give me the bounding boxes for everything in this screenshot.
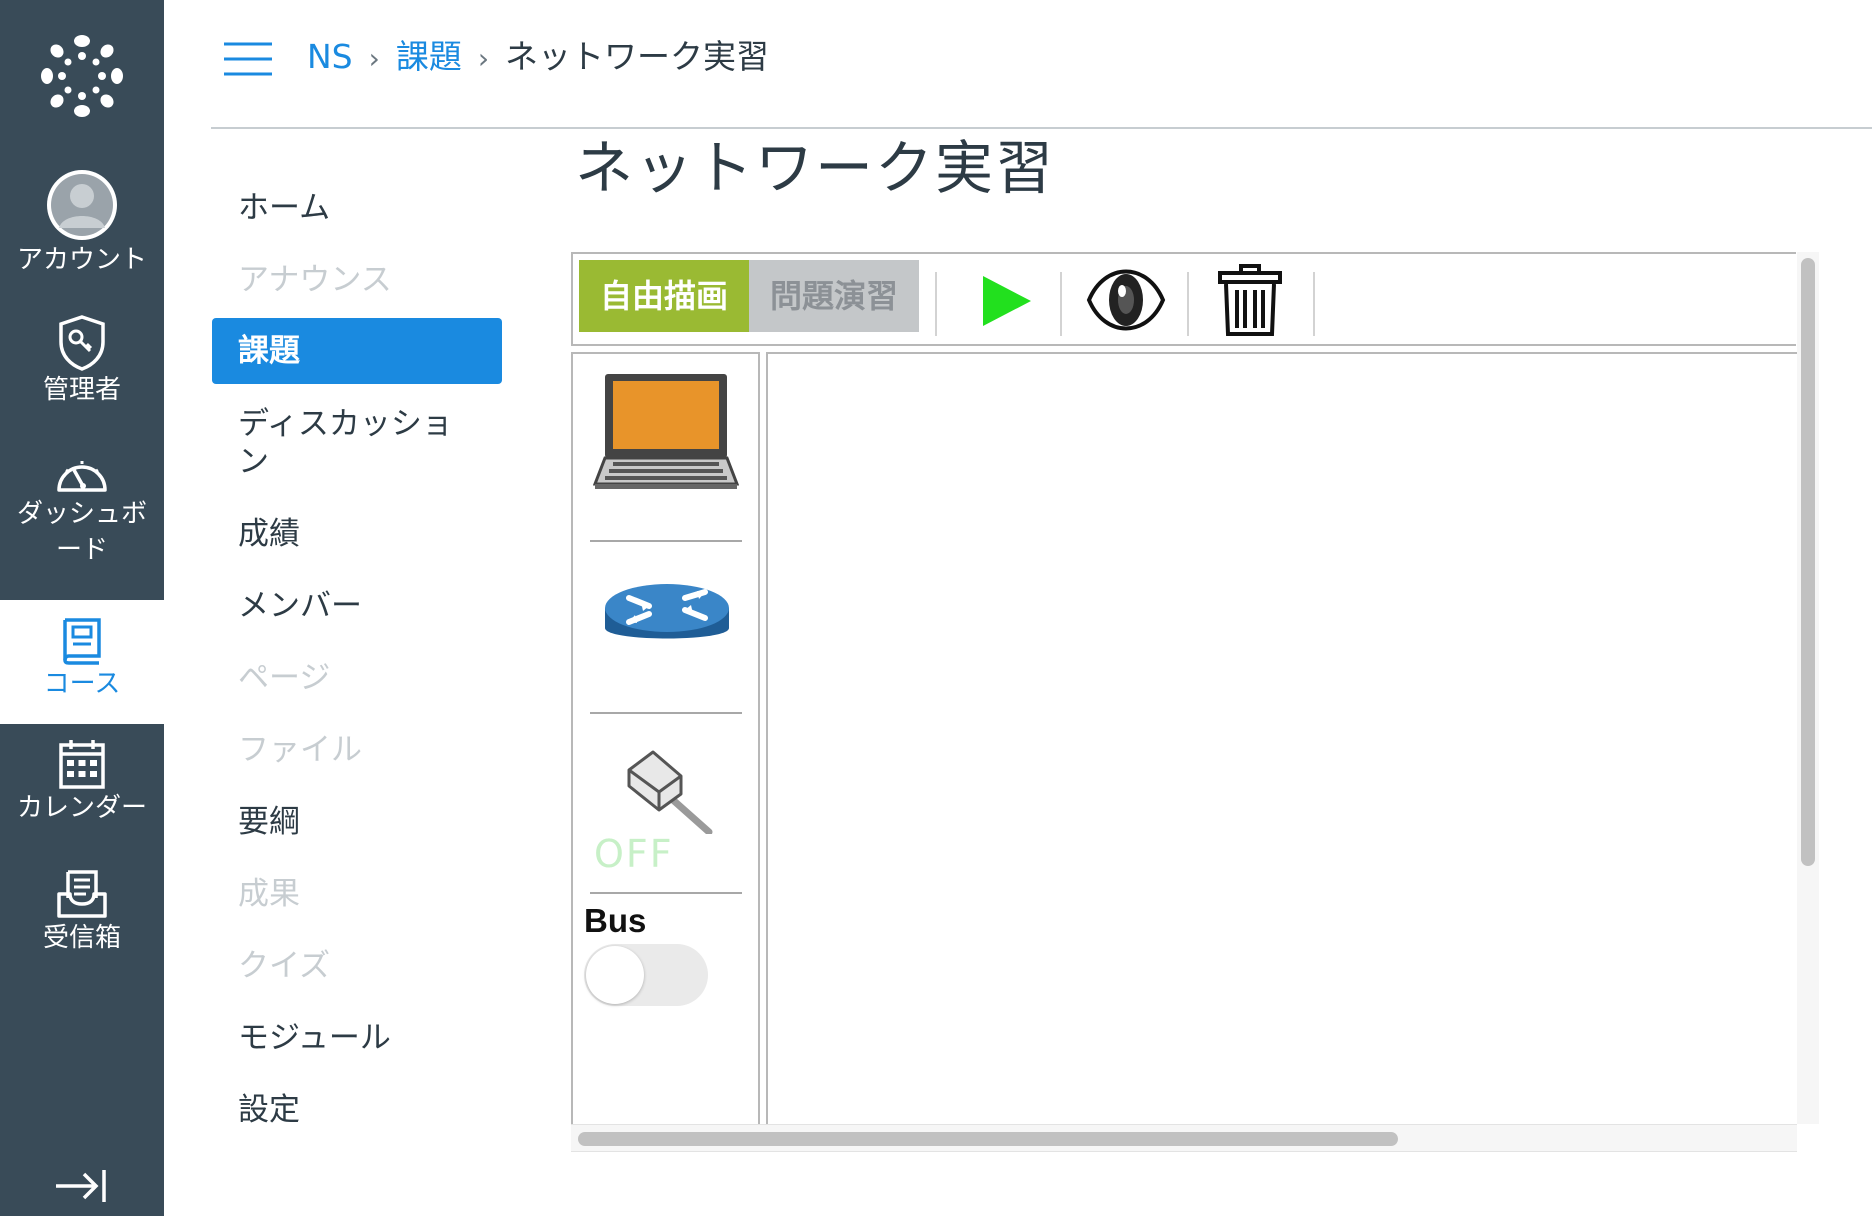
gnav-admin[interactable]: 管理者 (0, 314, 164, 408)
vertical-scrollbar-thumb[interactable] (1801, 258, 1815, 866)
speedometer-icon (57, 461, 107, 492)
trash-icon[interactable] (1217, 262, 1283, 338)
hamburger-menu-icon[interactable] (222, 40, 274, 78)
course-nav-files[interactable]: ファイル (212, 720, 502, 792)
gnav-dashboard-label: ダッシュボード (16, 499, 147, 565)
gnav-courses[interactable]: コース (0, 600, 164, 724)
device-palette: OFF Bus (571, 352, 760, 1152)
toolbar-divider (935, 272, 937, 336)
palette-divider (590, 540, 742, 542)
shield-key-icon (59, 315, 105, 371)
gnav-inbox-label: 受信箱 (42, 923, 121, 953)
gnav-calendar[interactable]: カレンダー (0, 738, 164, 826)
gnav-calendar-label: カレンダー (16, 793, 147, 823)
problem-mode-button[interactable]: 問題演習 (749, 260, 919, 332)
eye-icon[interactable] (1085, 258, 1167, 342)
gnav-dashboard[interactable]: ダッシュボード (0, 452, 164, 568)
canvas-logo-icon[interactable] (34, 28, 130, 124)
breadcrumb: NS › 課題 › ネットワーク実習 (307, 34, 769, 82)
breadcrumb-course[interactable]: NS (307, 37, 353, 76)
router-icon[interactable] (601, 578, 733, 654)
course-nav-people[interactable]: メンバー (212, 576, 502, 648)
course-nav-announcements[interactable]: アナウンス (212, 250, 502, 322)
book-icon (63, 618, 101, 665)
breadcrumb-current: ネットワーク実習 (505, 37, 770, 76)
gnav-admin-label: 管理者 (42, 375, 121, 405)
laptop-icon[interactable] (593, 372, 739, 492)
free-draw-mode-button[interactable]: 自由描画 (579, 260, 749, 332)
global-nav: アカウント 管理者 ダッシュボード コース カレンダー 受信箱 (0, 0, 164, 1216)
bus-toggle[interactable] (584, 944, 708, 1006)
cable-state-label: OFF (594, 832, 674, 876)
palette-divider (590, 712, 742, 714)
course-nav-discussions[interactable]: ディスカッション (212, 394, 502, 504)
calendar-icon (59, 740, 105, 789)
breadcrumb-assignments[interactable]: 課題 (396, 37, 462, 76)
cable-plug-icon[interactable] (623, 744, 713, 834)
toolbar-divider (1060, 272, 1062, 336)
course-nav-outcomes[interactable]: 成果 (212, 864, 502, 936)
vertical-scrollbar[interactable] (1797, 252, 1819, 1124)
horizontal-scrollbar[interactable] (571, 1124, 1797, 1152)
avatar-icon (47, 170, 117, 240)
gnav-account[interactable]: アカウント (0, 168, 164, 278)
palette-divider (590, 892, 742, 894)
gnav-inbox[interactable]: 受信箱 (0, 868, 164, 956)
network-canvas[interactable] (766, 352, 1797, 1124)
play-icon[interactable] (973, 268, 1037, 334)
course-nav-modules[interactable]: モジュール (212, 1008, 502, 1080)
course-nav-assignments[interactable]: 課題 (212, 318, 502, 384)
inbox-icon (57, 870, 107, 918)
collapse-nav-icon[interactable] (54, 1166, 108, 1206)
toolbar-divider (1313, 272, 1315, 336)
toolbar-divider (1187, 272, 1189, 336)
editor-toolbar: 自由描画 問題演習 (571, 252, 1796, 346)
gnav-courses-label: コース (43, 669, 121, 699)
chevron-right-icon: › (477, 42, 490, 75)
course-nav-home[interactable]: ホーム (212, 178, 502, 250)
page-title: ネットワーク実習 (575, 134, 1056, 202)
horizontal-scrollbar-thumb[interactable] (578, 1132, 1398, 1146)
network-editor: 自由描画 問題演習 OFF Bus (571, 252, 1819, 1152)
course-nav: ホーム アナウンス 課題 ディスカッション 成績 メンバー ページ ファイル 要… (212, 178, 502, 1152)
course-nav-grades[interactable]: 成績 (212, 504, 502, 576)
course-nav-quizzes[interactable]: クイズ (212, 936, 502, 1008)
chevron-right-icon: › (368, 42, 380, 75)
course-nav-pages[interactable]: ページ (212, 648, 502, 720)
course-nav-settings[interactable]: 設定 (212, 1080, 502, 1152)
bus-toggle-knob (586, 946, 644, 1004)
course-nav-syllabus[interactable]: 要綱 (212, 792, 502, 864)
gnav-account-label: アカウント (16, 245, 147, 275)
bus-label: Bus (584, 902, 647, 939)
